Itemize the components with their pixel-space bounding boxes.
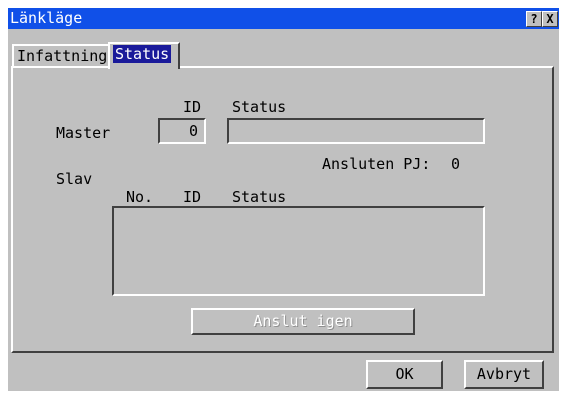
master-id-field: 0 [158,118,206,144]
reconnect-button[interactable]: Anslut igen [191,308,415,335]
link-mode-dialog: Länkläge ? X Infattning Status ID Status… [8,8,559,391]
slave-col-id: ID [183,188,202,206]
master-status-field [227,118,485,144]
title-bar: Länkläge ? X [8,8,559,29]
tab-infattning-label: Infattning [17,47,108,65]
status-panel: ID Status Master 0 Ansluten PJ: 0 Slav N… [11,66,554,353]
slave-col-no: No. [126,188,154,206]
slave-col-status: Status [232,188,287,206]
master-id-header: ID [183,98,202,116]
master-id-value: 0 [188,122,198,140]
window-title: Länkläge [10,9,83,27]
tab-infattning[interactable]: Infattning [12,44,110,68]
slave-label: Slav [56,170,93,188]
help-icon[interactable]: ? [526,11,542,27]
tab-status[interactable]: Status [108,42,180,69]
reconnect-button-label: Anslut igen [253,312,353,330]
cancel-button[interactable]: Avbryt [464,360,544,389]
connected-pj-value: 0 [451,155,461,173]
ok-button-label: OK [395,365,414,383]
tab-status-label: Status [113,45,172,63]
slave-list[interactable] [112,206,485,296]
connected-pj-label: Ansluten PJ: [322,155,431,173]
master-label: Master [56,124,111,142]
ok-button[interactable]: OK [366,360,443,389]
cancel-button-label: Avbryt [476,365,532,383]
master-status-header: Status [232,98,287,116]
close-icon[interactable]: X [542,11,558,27]
